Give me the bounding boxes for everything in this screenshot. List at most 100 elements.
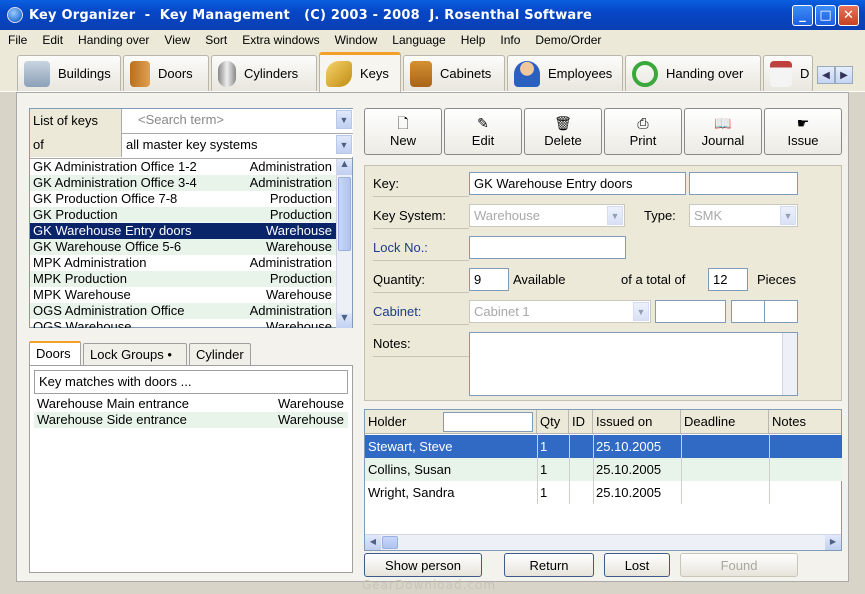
tab-scroll-arrows: ◀ ▶ [817, 66, 853, 84]
key-system-select[interactable]: Warehouse ▼ [469, 204, 625, 227]
col-notes[interactable]: Notes [769, 410, 841, 434]
key-extra-field[interactable] [689, 172, 798, 195]
person-icon [514, 60, 540, 87]
key-name-field[interactable]: GK Warehouse Entry doors [469, 172, 686, 195]
menu-file[interactable]: File [0, 33, 33, 47]
type-select[interactable]: SMK ▼ [689, 204, 798, 227]
chevron-right-icon[interactable]: ▶ [825, 535, 841, 550]
tab-keys[interactable]: Keys [319, 52, 401, 92]
notes-textarea[interactable] [469, 332, 798, 396]
cabinet-col-field[interactable] [764, 300, 798, 323]
col-issued-on[interactable]: Issued on [593, 410, 681, 434]
edit-icon: ✎ [477, 115, 489, 131]
scroll-thumb[interactable] [338, 177, 351, 251]
col-divider [681, 434, 682, 504]
list-item[interactable]: GK Production Office 7-8 Production [30, 191, 336, 207]
show-person-button[interactable]: Show person [364, 553, 482, 577]
menu-demo-order[interactable]: Demo/Order [526, 33, 607, 47]
chevron-down-icon[interactable]: ▼ [337, 313, 352, 328]
list-item[interactable]: GK Production Production [30, 207, 336, 223]
chevron-down-icon[interactable]: ▼ [780, 206, 796, 225]
menu-window[interactable]: Window [326, 33, 384, 47]
notes-label: Notes: [373, 336, 469, 357]
return-button[interactable]: Return [504, 553, 594, 577]
cabinet-label[interactable]: Cabinet: [373, 304, 469, 325]
table-row[interactable]: Collins, Susan 1 25.10.2005 [365, 458, 842, 481]
chevron-down-icon[interactable]: ▼ [336, 135, 352, 154]
subtab-doors[interactable]: Doors [29, 341, 81, 365]
menu-edit[interactable]: Edit [33, 33, 69, 47]
edit-button[interactable]: ✎ Edit [444, 108, 522, 155]
chevron-down-icon[interactable]: ▼ [607, 206, 623, 225]
title-bar: Key Organizer - Key Management (C) 2003 … [0, 0, 865, 30]
list-item[interactable]: Warehouse Main entrance Warehouse [34, 396, 348, 412]
holder-filter-input[interactable] [443, 412, 533, 432]
table-row[interactable]: Stewart, Steve 1 25.10.2005 [365, 435, 842, 458]
menu-extra-windows[interactable]: Extra windows [233, 33, 325, 47]
new-document-icon: 🗋 [397, 115, 409, 131]
menu-language[interactable]: Language [383, 33, 451, 47]
list-item[interactable]: OGS Administration Office Administration [30, 303, 336, 319]
list-item[interactable]: GK Administration Office 3-4 Administrati… [30, 175, 336, 191]
main-tabs: Buildings Doors Cylinders Keys Cabinets … [0, 50, 865, 92]
search-input[interactable]: <Search term> ▼ [121, 109, 353, 133]
print-button[interactable]: ⎙ Print [604, 108, 682, 155]
total-field[interactable]: 12 [708, 268, 748, 291]
key-list-scrollbar[interactable]: ▲ ▼ [336, 159, 352, 328]
cabinet-row-field[interactable] [731, 300, 765, 323]
scroll-thumb[interactable] [382, 536, 398, 549]
chevron-down-icon[interactable]: ▼ [633, 302, 649, 321]
found-button[interactable]: Found [680, 553, 798, 577]
notes-scrollbar[interactable] [782, 333, 797, 395]
list-item[interactable]: MPK Administration Administration [30, 255, 336, 271]
tab-buildings[interactable]: Buildings [17, 55, 121, 91]
col-qty[interactable]: Qty [537, 410, 569, 434]
tab-d[interactable]: D [763, 55, 813, 91]
chevron-up-icon[interactable]: ▲ [337, 159, 352, 175]
list-item[interactable]: Warehouse Side entrance Warehouse [34, 412, 348, 428]
subtab-cylinder[interactable]: Cylinder [189, 343, 251, 365]
table-row[interactable]: Wright, Sandra 1 25.10.2005 [365, 481, 842, 504]
col-deadline[interactable]: Deadline [681, 410, 769, 434]
tab-cabinets[interactable]: Cabinets [403, 55, 505, 91]
list-item[interactable]: MPK Production Production [30, 271, 336, 287]
menu-help[interactable]: Help [452, 33, 492, 47]
quantity-field[interactable]: 9 [469, 268, 509, 291]
maximize-button[interactable]: □ [815, 5, 836, 26]
grid-hscrollbar[interactable]: ◀ ▶ [365, 534, 841, 550]
subtab-lock-groups[interactable]: Lock Groups • [83, 343, 187, 365]
new-button[interactable]: 🗋 New [364, 108, 442, 155]
minimize-button[interactable]: _ [792, 5, 813, 26]
issue-button[interactable]: ☛ Issue [764, 108, 842, 155]
col-id[interactable]: ID [569, 410, 593, 434]
lost-button[interactable]: Lost [604, 553, 670, 577]
lock-no-field[interactable] [469, 236, 626, 259]
cabinet-icon [410, 60, 432, 87]
menu-sort[interactable]: Sort [196, 33, 233, 47]
list-item[interactable]: GK Warehouse Office 5-6 Warehouse [30, 239, 336, 255]
menu-info[interactable]: Info [491, 33, 526, 47]
list-item-selected[interactable]: GK Warehouse Entry doors Warehouse [30, 222, 337, 240]
menu-view[interactable]: View [155, 33, 196, 47]
chevron-left-icon[interactable]: ◀ [365, 535, 381, 550]
tab-handing-over[interactable]: Handing over [625, 55, 761, 91]
chevron-down-icon[interactable]: ▼ [336, 110, 352, 129]
cabinet-position-field[interactable] [655, 300, 726, 323]
menu-handing-over[interactable]: Handing over [69, 33, 155, 47]
tab-doors[interactable]: Doors [123, 55, 209, 91]
chevron-right-icon[interactable]: ▶ [835, 66, 853, 84]
list-item[interactable]: GK Administration Office 1-2 Administrati… [30, 159, 336, 175]
tab-cylinders[interactable]: Cylinders [211, 55, 317, 91]
matches-header: Key matches with doors ... [34, 370, 348, 394]
close-button[interactable]: ✕ [838, 5, 859, 26]
list-item[interactable]: OGS Warehouse Warehouse [30, 319, 336, 328]
delete-button[interactable]: 🗑 Delete [524, 108, 602, 155]
journal-button[interactable]: 📖 Journal [684, 108, 762, 155]
list-item[interactable]: MPK Warehouse Warehouse [30, 287, 336, 303]
chevron-left-icon[interactable]: ◀ [817, 66, 835, 84]
cabinet-select[interactable]: Cabinet 1 ▼ [469, 300, 651, 323]
master-key-system-select[interactable]: all master key systems ▼ [121, 133, 353, 157]
trash-icon: 🗑 [554, 115, 572, 131]
tab-employees[interactable]: Employees [507, 55, 623, 91]
lock-no-label[interactable]: Lock No.: [373, 240, 469, 261]
